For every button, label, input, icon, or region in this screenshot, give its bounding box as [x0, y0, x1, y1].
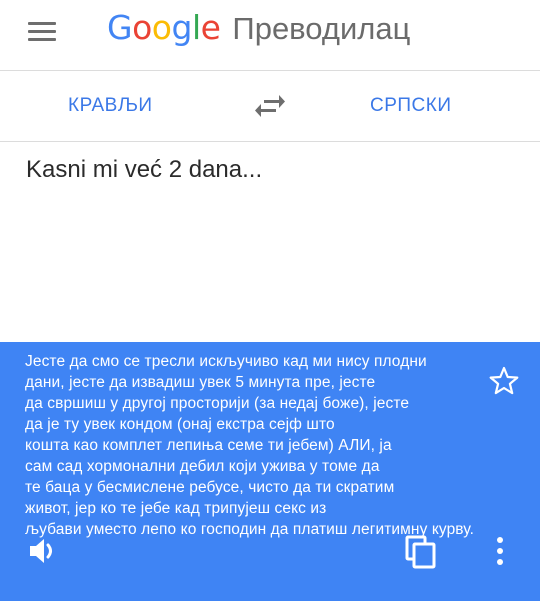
translation-line: сам сад хормонални дебил који ужива у то…	[25, 458, 380, 475]
translation-line: кошта као комплет лепиња семе ти јебем) …	[25, 437, 392, 454]
source-text[interactable]: Kasni mi već 2 dana...	[26, 156, 262, 184]
translation-result-card: Јесте да смо се тресли искључиво кад ми …	[0, 342, 540, 601]
copy-icon[interactable]	[405, 535, 437, 569]
translation-line: Јесте да смо се тресли искључиво кад ми …	[25, 353, 427, 370]
translation-line: дани, јесте да извадиш увек 5 минута пре…	[25, 374, 376, 391]
app-header: Google Преводилац	[0, 0, 540, 71]
target-language-button[interactable]: СРПСКИ	[370, 71, 452, 141]
more-vertical-icon[interactable]	[490, 535, 510, 567]
source-input-area[interactable]: Kasni mi već 2 dana...	[0, 142, 540, 342]
google-logo: Google	[107, 8, 221, 47]
app-title: Преводилац	[232, 11, 411, 46]
translation-line: да је ту увек кондом (онај екстра сејф ш…	[25, 416, 335, 433]
speaker-icon[interactable]	[28, 535, 60, 567]
translation-text: Јесте да смо се тресли искључиво кад ми …	[25, 351, 505, 540]
app-brand: Google Преводилац	[107, 6, 410, 50]
source-language-button[interactable]: КРАВЉИ	[68, 71, 153, 141]
language-bar: КРАВЉИ СРПСКИ	[0, 71, 540, 142]
star-outline-icon[interactable]	[489, 366, 519, 396]
hamburger-menu-icon[interactable]	[26, 17, 62, 45]
translation-line: те баца у бесмислене ребусе, чисто да ти…	[25, 479, 395, 496]
translation-line: да свршиш у другој просторији (за недај …	[25, 395, 410, 412]
swap-arrows-icon[interactable]	[255, 92, 285, 120]
translation-line: живот, јер ко те јебе кад трипујеш секс …	[25, 500, 327, 517]
